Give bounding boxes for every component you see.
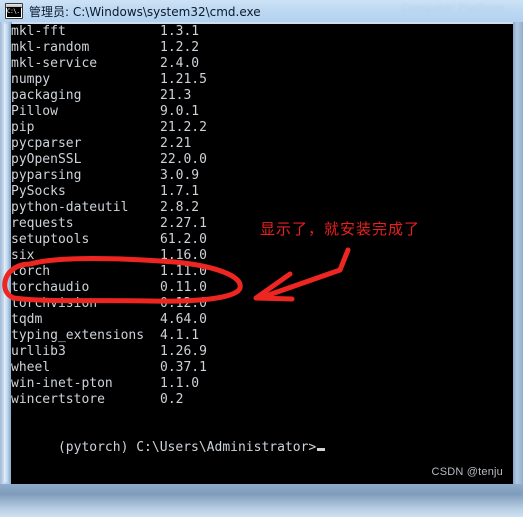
package-version: 2.4.0: [160, 56, 200, 71]
text-cursor: [317, 448, 326, 451]
package-version: 0.37.1: [160, 360, 207, 375]
window-titlebar[interactable]: 管理员: C:\Windows\system32\cmd.exe Compute…: [0, 0, 523, 22]
package-name: mkl-fft: [11, 24, 66, 39]
package-name: pip: [11, 120, 35, 135]
package-version: 9.0.1: [160, 104, 200, 119]
package-row: mkl-service 2.4.0: [11, 56, 513, 72]
package-row: pyOpenSSL 22.0.0: [11, 152, 513, 168]
package-version: 1.16.0: [160, 248, 207, 263]
package-version: 1.2.2: [160, 40, 200, 55]
package-row: mkl-random 1.2.2: [11, 40, 513, 56]
package-row: pip 21.2.2: [11, 120, 513, 136]
package-name: wincertstore: [11, 392, 105, 407]
package-name: urllib3: [11, 344, 66, 359]
package-version: 1.26.9: [160, 344, 207, 359]
package-version: 21.3: [160, 88, 192, 103]
package-version: 1.21.5: [160, 72, 207, 87]
prompt-text: (pytorch) C:\Users\Administrator>: [57, 440, 317, 455]
package-name: mkl-random: [11, 40, 90, 55]
package-version: 1.1.0: [160, 376, 200, 391]
package-version: 22.0.0: [160, 152, 207, 167]
console-output-area[interactable]: mkl-fft 1.3.1 mkl-random 1.2.2 mkl-service 2.…: [11, 24, 513, 484]
package-row: Pillow 9.0.1: [11, 104, 513, 120]
package-version: 2.8.2: [160, 200, 200, 215]
package-name: setuptools: [11, 232, 90, 247]
package-row: wincertstore 0.2: [11, 392, 513, 408]
package-version: 4.64.0: [160, 312, 207, 327]
window-bottom-border: [0, 484, 523, 517]
package-version: 61.2.0: [160, 232, 207, 247]
package-name: Pillow: [11, 104, 58, 119]
package-row: torchaudio 0.11.0: [11, 280, 513, 296]
package-row: requests 2.27.1: [11, 216, 513, 232]
package-version: 2.27.1: [160, 216, 207, 231]
package-name: PySocks: [11, 184, 66, 199]
cmd-console-icon: [5, 3, 23, 19]
package-row: setuptools 61.2.0: [11, 232, 513, 248]
package-name: tqdm: [11, 312, 43, 327]
package-row: PySocks 1.7.1: [11, 184, 513, 200]
package-name: torchvision: [11, 296, 98, 311]
package-row: typing_extensions 4.1.1: [11, 328, 513, 344]
package-name: win-inet-pton: [11, 376, 113, 391]
package-name: pyparsing: [11, 168, 82, 183]
package-row: torch 1.11.0: [11, 264, 513, 280]
package-name: torch: [11, 264, 51, 279]
package-name: torchaudio: [11, 280, 90, 295]
package-version: 0.2: [160, 392, 184, 407]
package-name: python-dateutil: [11, 200, 129, 215]
package-version: 1.11.0: [160, 264, 207, 279]
package-name: six: [11, 248, 35, 263]
package-version: 2.21: [160, 136, 192, 151]
cmd-window: 管理员: C:\Windows\system32\cmd.exe Compute…: [0, 0, 523, 517]
package-version: 0.11.0: [160, 280, 207, 295]
package-name: requests: [11, 216, 74, 231]
package-version: 0.12.0: [160, 296, 207, 311]
window-title: 管理员: C:\Windows\system32\cmd.exe: [29, 4, 261, 19]
package-name: pyOpenSSL: [11, 152, 82, 167]
package-row: pyparsing 3.0.9: [11, 168, 513, 184]
package-name: pycparser: [11, 136, 82, 151]
command-prompt-line[interactable]: (pytorch) C:\Users\Administrator>: [11, 424, 326, 472]
package-name: wheel: [11, 360, 51, 375]
package-row: six 1.16.0: [11, 248, 513, 264]
package-row: urllib3 1.26.9: [11, 344, 513, 360]
package-row: packaging 21.3: [11, 88, 513, 104]
package-list: mkl-fft 1.3.1 mkl-random 1.2.2 mkl-service 2.…: [11, 24, 513, 408]
package-version: 21.2.2: [160, 120, 207, 135]
package-row: win-inet-pton 1.1.0: [11, 376, 513, 392]
package-row: tqdm 4.64.0: [11, 312, 513, 328]
package-name: typing_extensions: [11, 328, 145, 343]
package-name: packaging: [11, 88, 82, 103]
package-name: mkl-service: [11, 56, 98, 71]
package-row: python-dateutil 2.8.2: [11, 200, 513, 216]
package-row: numpy 1.21.5: [11, 72, 513, 88]
titlebar-ghost-text: Computer Platform: [401, 3, 505, 14]
package-version: 3.0.9: [160, 168, 200, 183]
package-name: numpy: [11, 72, 51, 87]
watermark-label: CSDN @tenju: [431, 466, 503, 478]
window-right-border: [513, 22, 523, 484]
package-version: 1.7.1: [160, 184, 200, 199]
package-row: wheel 0.37.1: [11, 360, 513, 376]
window-left-border-highlight: [4, 24, 10, 482]
package-row: pycparser 2.21: [11, 136, 513, 152]
package-version: 1.3.1: [160, 24, 200, 39]
package-row: mkl-fft 1.3.1: [11, 24, 513, 40]
package-version: 4.1.1: [160, 328, 200, 343]
package-row: torchvision 0.12.0: [11, 296, 513, 312]
